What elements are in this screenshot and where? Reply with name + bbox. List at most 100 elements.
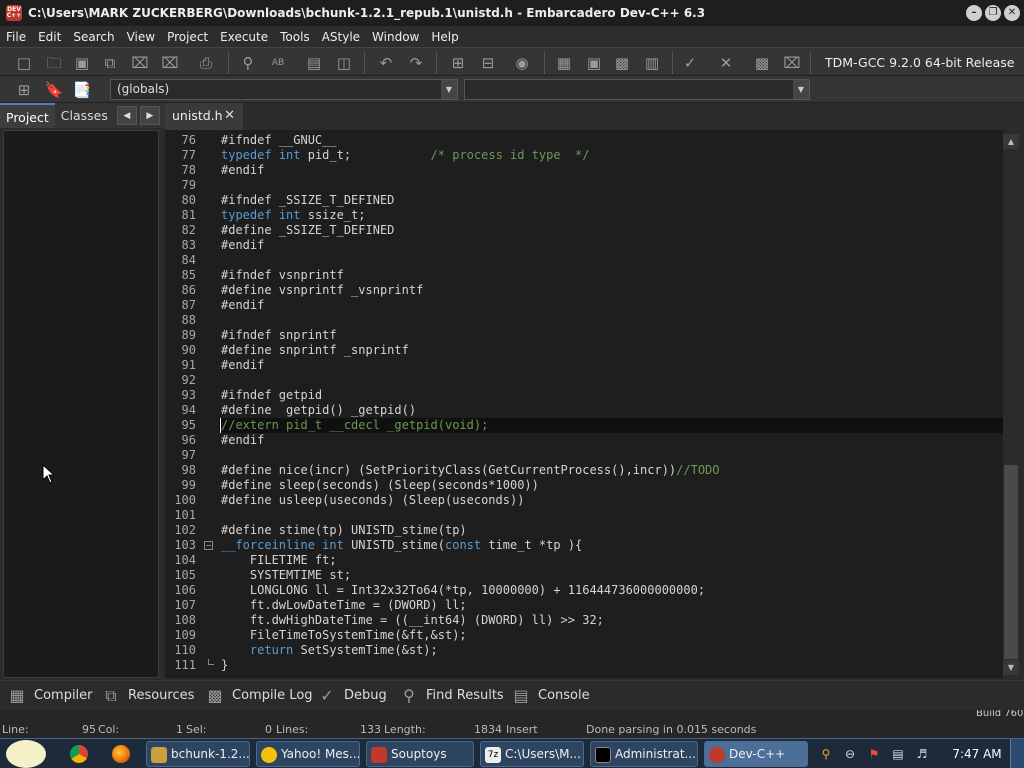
run-icon[interactable]: ▣ xyxy=(584,53,604,73)
code-line: #endif xyxy=(221,238,265,252)
menu-astyle[interactable]: AStyle xyxy=(316,30,366,44)
profile-chart-icon[interactable]: ▩ xyxy=(752,53,772,73)
windows-taskbar: bchunk-1.2.... Yahoo! Mes... Souptoys 7z… xyxy=(0,738,1024,768)
volume-icon[interactable]: ♬ xyxy=(914,746,930,762)
minimize-icon[interactable]: – xyxy=(966,5,982,21)
taskbar-item-yahoo[interactable]: Yahoo! Mes... xyxy=(256,741,360,767)
line-number: 107 xyxy=(174,598,196,612)
line-number: 106 xyxy=(174,583,196,597)
menu-file[interactable]: File xyxy=(0,30,32,44)
taskbar-item-bchunk[interactable]: bchunk-1.2.... xyxy=(146,741,250,767)
undo-icon[interactable]: ↶ xyxy=(376,53,396,73)
stop-execution-icon[interactable]: ✕ xyxy=(716,53,736,73)
find-icon[interactable]: ⚲ xyxy=(238,53,258,73)
code-line: typedef int ssize_t; xyxy=(221,208,366,222)
bookmark-toggle-icon[interactable]: ◫ xyxy=(334,53,354,73)
code-editor[interactable]: 76 77 78 79 80 81 82 83 84 85 86 87 88 89 90 91 92 93 94 95… xyxy=(165,130,1003,678)
line-number: 81 xyxy=(181,208,196,222)
save-icon[interactable]: ▣ xyxy=(72,53,92,73)
folder-icon xyxy=(151,746,167,763)
chevron-down-icon[interactable]: ▼ xyxy=(793,80,809,99)
network-icon[interactable]: ▤ xyxy=(890,746,906,762)
project-options-icon[interactable]: ◉ xyxy=(512,53,532,73)
menu-search[interactable]: Search xyxy=(67,30,120,44)
title-bar: DEV C++ C:\Users\MARK ZUCKERBERG\Downloa… xyxy=(0,0,1024,26)
insert-snippet-icon[interactable]: ⊞ xyxy=(14,80,34,100)
taskbar-item-cmd[interactable]: Administrat... xyxy=(590,741,698,767)
chevron-down-icon[interactable]: ▼ xyxy=(441,80,457,99)
compiler-select[interactable]: TDM-GCC 9.2.0 64-bit Release xyxy=(816,52,1016,74)
close-file-icon[interactable]: ⌧ xyxy=(130,53,150,73)
menu-window[interactable]: Window xyxy=(366,30,425,44)
toggle-bookmark-icon[interactable]: 🔖 xyxy=(44,80,64,100)
scroll-down-icon[interactable]: ▼ xyxy=(1003,660,1019,675)
line-number-gutter: 76 77 78 79 80 81 82 83 84 85 86 87 88 89 90 91 92 93 94 95… xyxy=(165,130,201,678)
minus-circle-icon[interactable]: ⊖ xyxy=(842,746,858,762)
devcpp-icon xyxy=(709,746,725,763)
status-col-label: Col: xyxy=(98,723,120,736)
goto-line-icon[interactable]: ▤ xyxy=(304,53,324,73)
fold-marker-icon[interactable] xyxy=(208,659,214,665)
show-desktop-button[interactable] xyxy=(1010,739,1024,768)
tab-resources[interactable]: ⧉ Resources xyxy=(100,681,194,711)
chrome-icon[interactable] xyxy=(70,745,88,763)
editor-vertical-scrollbar[interactable]: ▲ ▼ xyxy=(1003,130,1019,678)
menu-tools[interactable]: Tools xyxy=(274,30,316,44)
tab-unistd-h[interactable]: unistd.h ✕ xyxy=(165,103,243,130)
clock[interactable]: 7:47 AM xyxy=(952,739,1002,768)
menu-execute[interactable]: Execute xyxy=(214,30,274,44)
taskbar-item-devcpp[interactable]: Dev-C++ xyxy=(704,741,808,767)
scrollbar-thumb[interactable] xyxy=(1004,465,1018,659)
delete-profile-icon[interactable]: ⌧ xyxy=(782,53,802,73)
project-tree[interactable] xyxy=(3,130,159,678)
code-line: ft.dwLowDateTime = (DWORD) ll; xyxy=(221,598,467,612)
flag-icon[interactable]: ⚑ xyxy=(866,746,882,762)
chevron-right-icon[interactable]: ▶ xyxy=(139,106,160,125)
firefox-icon[interactable] xyxy=(112,745,130,763)
new-project-icon[interactable]: ⊞ xyxy=(448,53,468,73)
menu-view[interactable]: View xyxy=(121,30,161,44)
new-file-icon[interactable]: □ xyxy=(14,53,34,73)
redo-icon[interactable]: ↷ xyxy=(406,53,426,73)
scroll-up-icon[interactable]: ▲ xyxy=(1003,134,1019,149)
menu-help[interactable]: Help xyxy=(425,30,464,44)
chevron-left-icon[interactable]: ◀ xyxy=(116,106,137,125)
tab-compile-log[interactable]: ▩ Compile Log xyxy=(204,681,312,711)
close-icon[interactable]: ✕ xyxy=(1004,5,1020,21)
windows-build-text: Build 7601 xyxy=(976,710,1024,719)
tab-find-results[interactable]: ⚲ Find Results xyxy=(398,681,504,711)
syntax-check-icon[interactable]: ✓ xyxy=(680,53,700,73)
open-folder-icon[interactable]: 🗀 xyxy=(44,53,64,73)
dev-cpp-window: DEV C++ C:\Users\MARK ZUCKERBERG\Downloa… xyxy=(0,0,1024,768)
tab-compiler-label: Compiler xyxy=(34,688,93,703)
rebuild-all-icon[interactable]: ▥ xyxy=(642,53,662,73)
class-combo[interactable]: (globals) ▼ xyxy=(110,79,458,100)
menu-project[interactable]: Project xyxy=(161,30,214,44)
replace-icon[interactable]: AB xyxy=(268,53,288,73)
status-lines-label: Lines: xyxy=(276,723,309,736)
devcpp-app-icon[interactable]: DEV C++ xyxy=(6,5,22,21)
menu-edit[interactable]: Edit xyxy=(32,30,67,44)
start-button-icon[interactable] xyxy=(6,740,46,768)
tab-project[interactable]: Project xyxy=(0,103,55,128)
goto-bookmark-icon[interactable]: 📑 xyxy=(72,80,92,100)
taskbar-item-7zip[interactable]: 7z C:\Users\M... xyxy=(480,741,584,767)
compile-icon[interactable]: ▦ xyxy=(554,53,574,73)
print-icon[interactable]: ⎙ xyxy=(196,53,216,73)
tab-console[interactable]: ▤ Console xyxy=(510,681,589,711)
close-tab-icon[interactable]: ✕ xyxy=(224,103,235,129)
function-combo[interactable]: ▼ xyxy=(464,79,810,100)
line-number: 103 xyxy=(174,538,196,552)
save-all-icon[interactable]: ⧉ xyxy=(100,53,120,73)
tab-debug[interactable]: ✓ Debug xyxy=(316,681,386,711)
restore-icon[interactable]: ❐ xyxy=(985,5,1001,21)
close-all-icon[interactable]: ⌧ xyxy=(160,53,180,73)
search-icon[interactable]: ⚲ xyxy=(818,746,834,762)
tab-compiler[interactable]: ▦ Compiler xyxy=(6,681,93,711)
code-line: #endif xyxy=(221,433,265,447)
compile-run-icon[interactable]: ▩ xyxy=(612,53,632,73)
remove-from-project-icon[interactable]: ⊟ xyxy=(478,53,498,73)
fold-marker-icon[interactable]: − xyxy=(204,541,213,550)
tab-classes[interactable]: Classes xyxy=(55,103,114,128)
taskbar-item-souptoys[interactable]: Souptoys xyxy=(366,741,474,767)
